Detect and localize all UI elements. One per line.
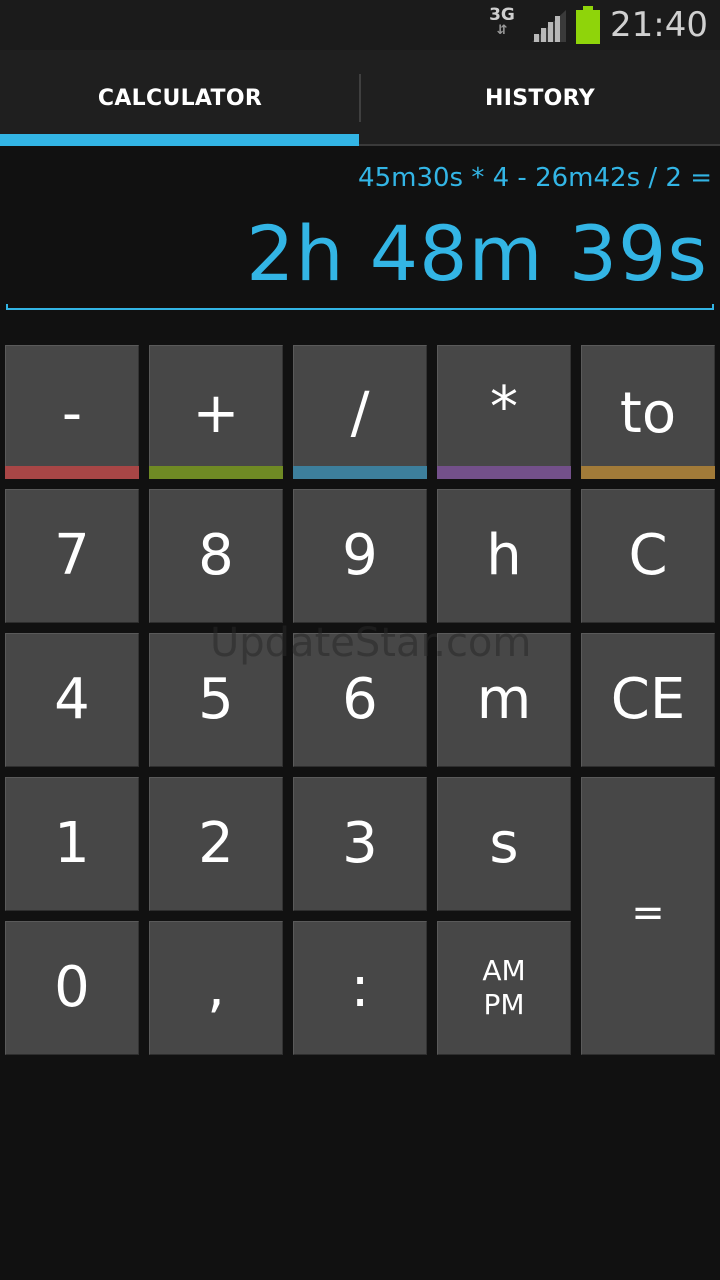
result-display[interactable]: 2h 48m 39s: [246, 206, 708, 302]
data-activity-icon: ⇵: [496, 23, 508, 38]
colon-button[interactable]: :: [293, 921, 427, 1055]
digit-7-button[interactable]: 7: [5, 489, 139, 623]
multiply-label: *: [490, 375, 518, 440]
minus-button[interactable]: -: [5, 345, 139, 479]
plus-stripe: [149, 466, 283, 479]
plus-button[interactable]: +: [149, 345, 283, 479]
equals-button[interactable]: =: [581, 777, 715, 1055]
tab-history[interactable]: HISTORY: [360, 50, 720, 146]
expression-display: 45m30s * 4 - 26m42s / 2 =: [358, 163, 712, 193]
status-bar: 3G ⇵ 21:40: [0, 0, 720, 50]
digit-9-button[interactable]: 9: [293, 489, 427, 623]
network-type: 3G: [489, 5, 515, 25]
digit-3-button[interactable]: 3: [293, 777, 427, 911]
equals-label: =: [631, 890, 665, 936]
clear-button[interactable]: C: [581, 489, 715, 623]
digit-1-button[interactable]: 1: [5, 777, 139, 911]
comma-button[interactable]: ,: [149, 921, 283, 1055]
hours-button[interactable]: h: [437, 489, 571, 623]
divide-stripe: [293, 466, 427, 479]
active-tab-indicator: [0, 134, 359, 146]
minus-stripe: [5, 466, 139, 479]
ampm-button[interactable]: AM PM: [437, 921, 571, 1055]
tab-calculator[interactable]: CALCULATOR: [0, 50, 360, 146]
display-underline: [6, 304, 714, 310]
divide-button[interactable]: /: [293, 345, 427, 479]
tab-bar: CALCULATOR HISTORY: [0, 50, 720, 146]
plus-label: +: [192, 381, 240, 446]
to-button[interactable]: to: [581, 345, 715, 479]
digit-5-button[interactable]: 5: [149, 633, 283, 767]
multiply-stripe: [437, 466, 571, 479]
network-indicator: 3G ⇵: [486, 6, 518, 44]
minus-label: -: [61, 381, 83, 446]
digit-4-button[interactable]: 4: [5, 633, 139, 767]
to-stripe: [581, 466, 715, 479]
minutes-button[interactable]: m: [437, 633, 571, 767]
digit-0-button[interactable]: 0: [5, 921, 139, 1055]
battery-icon: [576, 6, 600, 44]
signal-icon: [532, 10, 566, 42]
to-label: to: [619, 381, 677, 446]
digit-2-button[interactable]: 2: [149, 777, 283, 911]
seconds-button[interactable]: s: [437, 777, 571, 911]
digit-8-button[interactable]: 8: [149, 489, 283, 623]
multiply-button[interactable]: *: [437, 345, 571, 479]
divide-label: /: [350, 381, 370, 446]
digit-6-button[interactable]: 6: [293, 633, 427, 767]
clear-entry-button[interactable]: CE: [581, 633, 715, 767]
clock: 21:40: [610, 5, 708, 45]
